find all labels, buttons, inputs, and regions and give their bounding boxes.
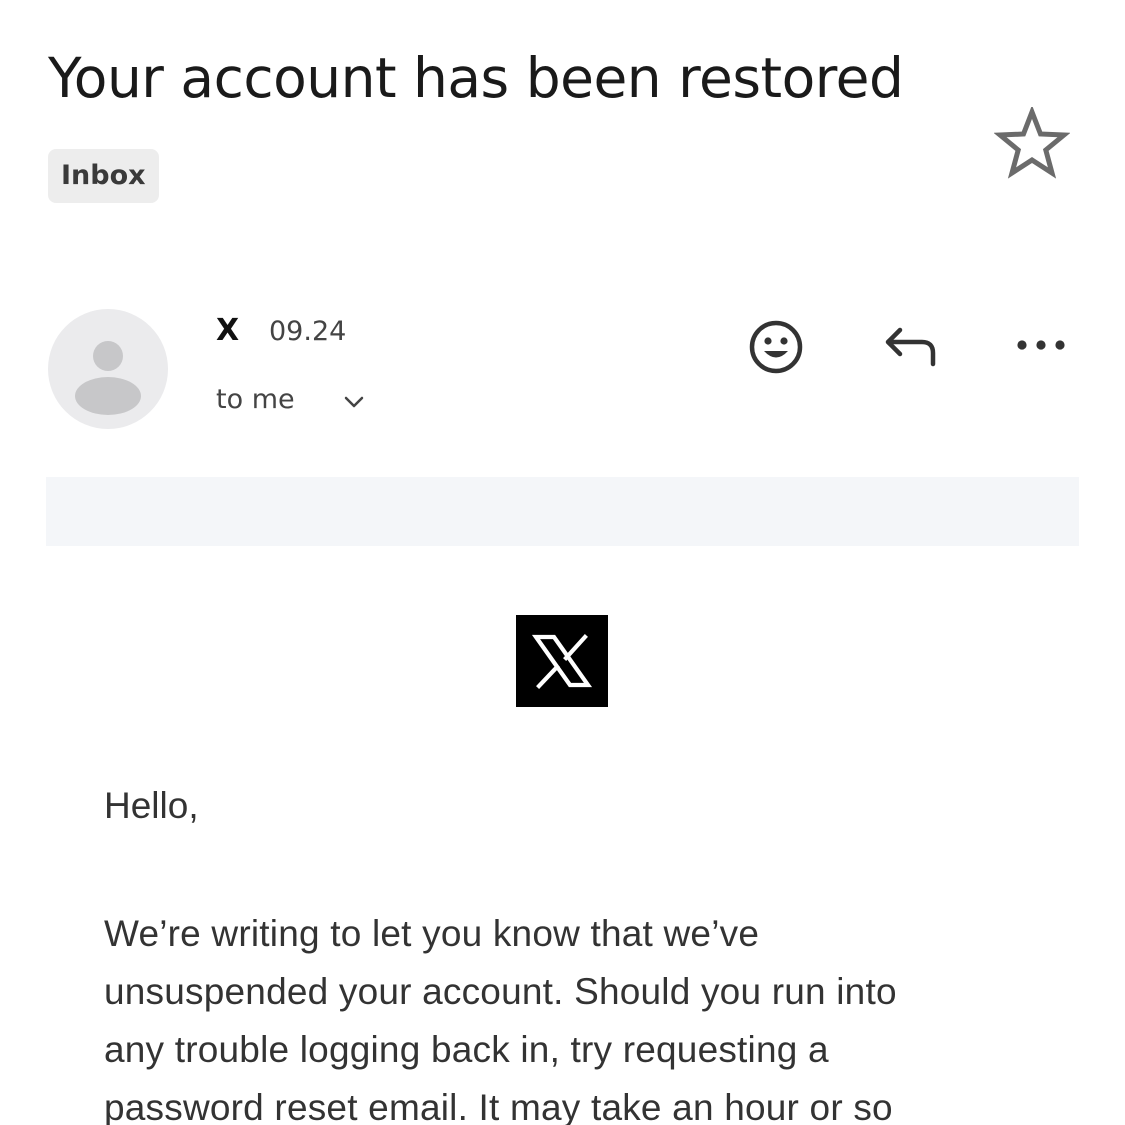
email-body-line: password reset email. It may take an hou… [104,1087,893,1125]
x-logo-icon [516,615,608,707]
recipient-summary[interactable]: to me [216,378,295,422]
email-time: 09.24 [269,316,347,347]
email-body: We’re writing to let you know that we’ve… [104,905,1024,1125]
sender-avatar[interactable] [48,309,168,429]
sender-name[interactable]: X [216,309,239,353]
star-icon[interactable] [994,107,1070,181]
more-horizontal-icon[interactable] [1012,332,1070,356]
email-header-banner [46,477,1079,546]
email-body-line: We’re writing to let you know that we’ve [104,913,760,954]
chevron-down-icon[interactable] [340,391,368,413]
default-avatar-icon [75,341,141,415]
email-subject: Your account has been restored [48,46,904,110]
reply-arrow-icon[interactable] [880,318,940,370]
email-greeting: Hello, [104,785,199,826]
emoji-smile-icon[interactable] [747,318,805,376]
email-body-line: unsuspended your account. Should you run… [104,971,897,1012]
inbox-label-chip[interactable]: Inbox [48,149,159,203]
email-view: Your account has been restored Inbox X 0… [0,0,1125,1125]
email-body-line: any trouble logging back in, try request… [104,1029,829,1070]
